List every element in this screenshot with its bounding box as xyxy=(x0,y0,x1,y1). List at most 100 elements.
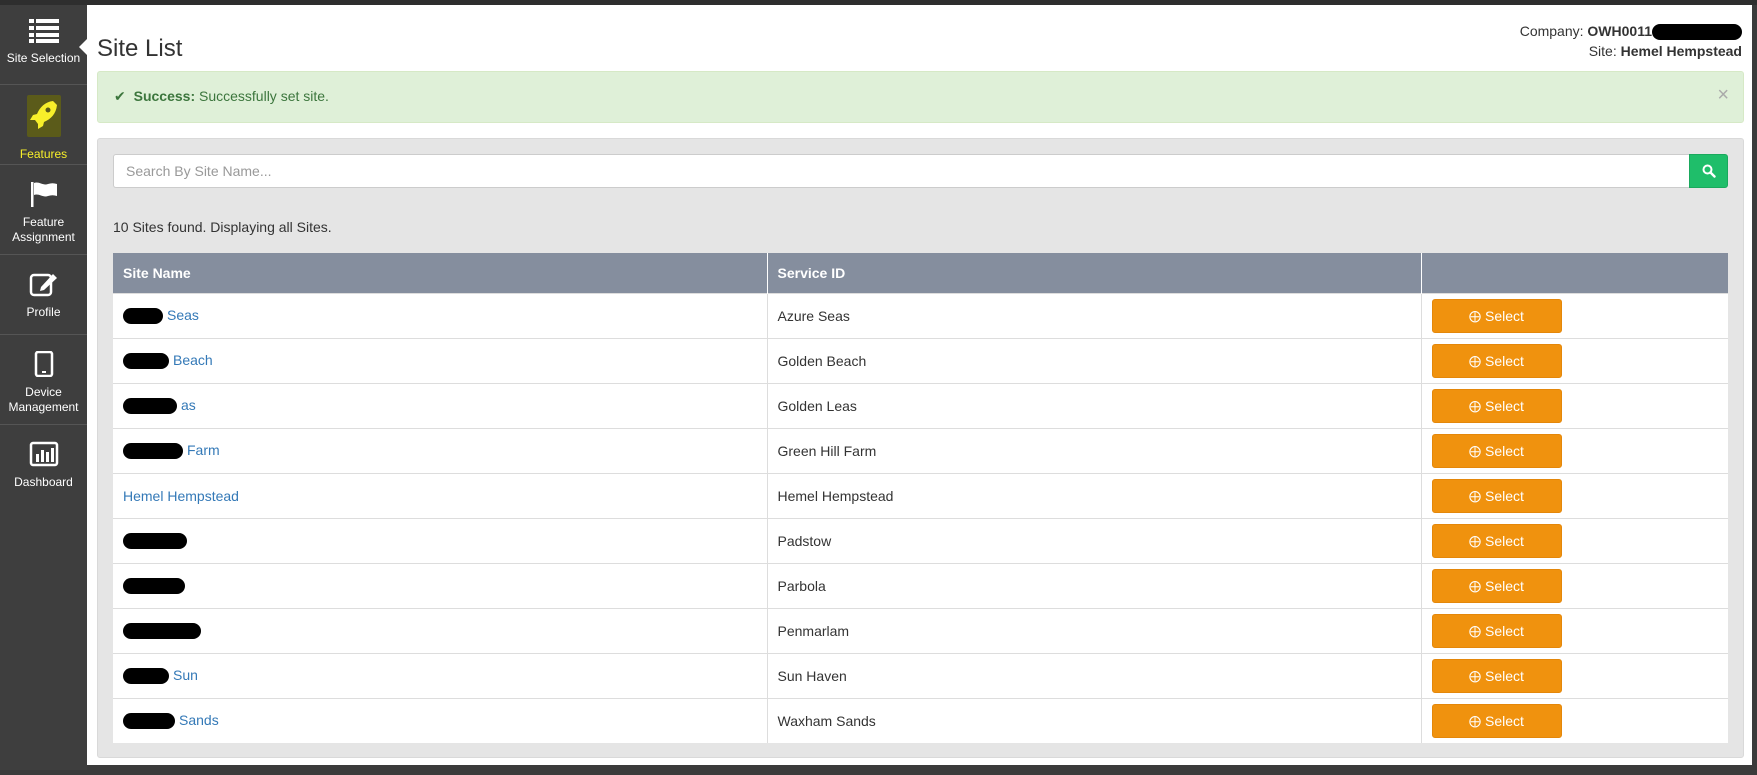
redaction xyxy=(123,713,175,730)
alert-message: Successfully set site. xyxy=(199,88,329,104)
select-button[interactable]: ⨁ Select xyxy=(1431,568,1562,603)
select-button-label: Select xyxy=(1485,442,1524,459)
search-button[interactable] xyxy=(1689,154,1728,188)
column-header-service-id[interactable]: Service ID xyxy=(767,253,1422,293)
table-header-row: Site Name Service ID xyxy=(113,253,1728,293)
service-id-cell: Waxham Sands xyxy=(767,697,1422,743)
app-frame: Site Selection Features Feature Assignme… xyxy=(0,0,1757,775)
table-row: Seas Azure Seas ⨁ Select xyxy=(113,292,1728,338)
sidebar-item-features[interactable]: Features xyxy=(0,85,87,165)
redaction xyxy=(123,668,169,685)
results-count: 10 Sites found. Displaying all Sites. xyxy=(113,219,332,235)
site-list-panel: 10 Sites found. Displaying all Sites. Si… xyxy=(97,138,1744,758)
search-input[interactable] xyxy=(113,154,1689,188)
site-name-link[interactable]: Beach xyxy=(173,352,213,368)
table-row: as Golden Leas ⨁ Select xyxy=(113,382,1728,428)
crosshairs-icon: ⨁ xyxy=(1469,443,1482,458)
search-icon xyxy=(1702,164,1716,178)
site-name-cell: as xyxy=(113,382,768,428)
action-cell: ⨁ Select xyxy=(1421,337,1728,383)
action-cell: ⨁ Select xyxy=(1421,427,1728,473)
redaction xyxy=(123,353,169,370)
site-name-link[interactable]: Sands xyxy=(179,712,219,728)
site-name-cell: Beach xyxy=(113,337,768,383)
site-name-link[interactable]: Sun xyxy=(173,667,198,683)
select-button-label: Select xyxy=(1485,622,1524,639)
redaction xyxy=(1652,24,1742,41)
action-cell: ⨁ Select xyxy=(1421,517,1728,563)
sidebar-item-site-selection[interactable]: Site Selection xyxy=(0,5,87,85)
site-line: Site: Hemel Hempstead xyxy=(1520,41,1742,61)
sidebar-item-profile[interactable]: Profile xyxy=(0,255,87,335)
check-icon: ✔ xyxy=(114,88,126,104)
action-cell: ⨁ Select xyxy=(1421,562,1728,608)
select-button[interactable]: ⨁ Select xyxy=(1431,658,1562,693)
site-name-link[interactable]: Farm xyxy=(187,442,220,458)
select-button[interactable]: ⨁ Select xyxy=(1431,388,1562,423)
site-label: Site: xyxy=(1588,43,1617,59)
service-id-cell: Sun Haven xyxy=(767,652,1422,698)
select-button[interactable]: ⨁ Select xyxy=(1431,703,1562,738)
site-name-link[interactable]: Hemel Hempstead xyxy=(123,488,239,504)
select-button[interactable]: ⨁ Select xyxy=(1431,298,1562,333)
sidebar: Site Selection Features Feature Assignme… xyxy=(0,5,89,770)
service-id-cell: Golden Leas xyxy=(767,382,1422,428)
redaction xyxy=(123,623,201,640)
sidebar-item-device-management[interactable]: Device Management xyxy=(0,335,87,425)
site-name-cell: Sun xyxy=(113,652,768,698)
crosshairs-icon: ⨁ xyxy=(1469,668,1482,683)
select-button-label: Select xyxy=(1485,577,1524,594)
service-id-cell: Hemel Hempstead xyxy=(767,472,1422,518)
sidebar-item-label: Device Management xyxy=(8,385,79,414)
tablet-icon xyxy=(34,350,54,381)
select-button[interactable]: ⨁ Select xyxy=(1431,343,1562,378)
rocket-icon xyxy=(23,93,65,143)
site-value: Hemel Hempstead xyxy=(1620,43,1742,59)
sidebar-item-label: Features xyxy=(19,147,68,161)
table-row: Hemel Hempstead Hemel Hempstead ⨁ Select xyxy=(113,472,1728,518)
crosshairs-icon: ⨁ xyxy=(1469,353,1482,368)
select-button[interactable]: ⨁ Select xyxy=(1431,523,1562,558)
table-row: Sands Waxham Sands ⨁ Select xyxy=(113,697,1728,743)
site-name-cell xyxy=(113,607,768,653)
sidebar-item-label: Dashboard xyxy=(14,475,73,489)
sidebar-item-label: Site Selection xyxy=(6,51,81,65)
site-name-cell: Seas xyxy=(113,292,768,338)
site-name-link[interactable]: as xyxy=(181,397,196,413)
table-row: Sun Sun Haven ⨁ Select xyxy=(113,652,1728,698)
column-header-site-name[interactable]: Site Name xyxy=(113,253,768,293)
select-button[interactable]: ⨁ Select xyxy=(1431,613,1562,648)
site-name-cell: Farm xyxy=(113,427,768,473)
select-button-label: Select xyxy=(1485,532,1524,549)
close-icon[interactable]: × xyxy=(1717,84,1729,107)
alert-title: Success: xyxy=(133,88,196,104)
redaction xyxy=(123,533,187,550)
action-cell: ⨁ Select xyxy=(1421,472,1728,518)
table-row: Penmarlam ⨁ Select xyxy=(113,607,1728,653)
table-row: Parbola ⨁ Select xyxy=(113,562,1728,608)
sidebar-item-feature-assignment[interactable]: Feature Assignment xyxy=(0,165,87,255)
sidebar-item-dashboard[interactable]: Dashboard xyxy=(0,425,87,505)
select-button[interactable]: ⨁ Select xyxy=(1431,433,1562,468)
select-button-label: Select xyxy=(1485,307,1524,324)
select-button-label: Select xyxy=(1485,352,1524,369)
service-id-cell: Green Hill Farm xyxy=(767,427,1422,473)
site-name-cell: Hemel Hempstead xyxy=(113,472,768,518)
redaction xyxy=(123,398,177,415)
site-name-cell: Sands xyxy=(113,697,768,743)
search-bar xyxy=(113,154,1728,188)
action-cell: ⨁ Select xyxy=(1421,382,1728,428)
select-button[interactable]: ⨁ Select xyxy=(1431,478,1562,513)
action-cell: ⨁ Select xyxy=(1421,697,1728,743)
crosshairs-icon: ⨁ xyxy=(1469,488,1482,503)
crosshairs-icon: ⨁ xyxy=(1469,398,1482,413)
service-id-cell: Azure Seas xyxy=(767,292,1422,338)
site-name-link[interactable]: Seas xyxy=(167,307,199,323)
action-cell: ⨁ Select xyxy=(1421,607,1728,653)
crosshairs-icon: ⨁ xyxy=(1469,713,1482,728)
service-id-cell: Golden Beach xyxy=(767,337,1422,383)
redaction xyxy=(123,308,163,325)
main-panel: Site List Company: OWH0011 Site: Hemel H… xyxy=(87,5,1752,765)
select-button-label: Select xyxy=(1485,667,1524,684)
list-icon xyxy=(28,19,59,47)
